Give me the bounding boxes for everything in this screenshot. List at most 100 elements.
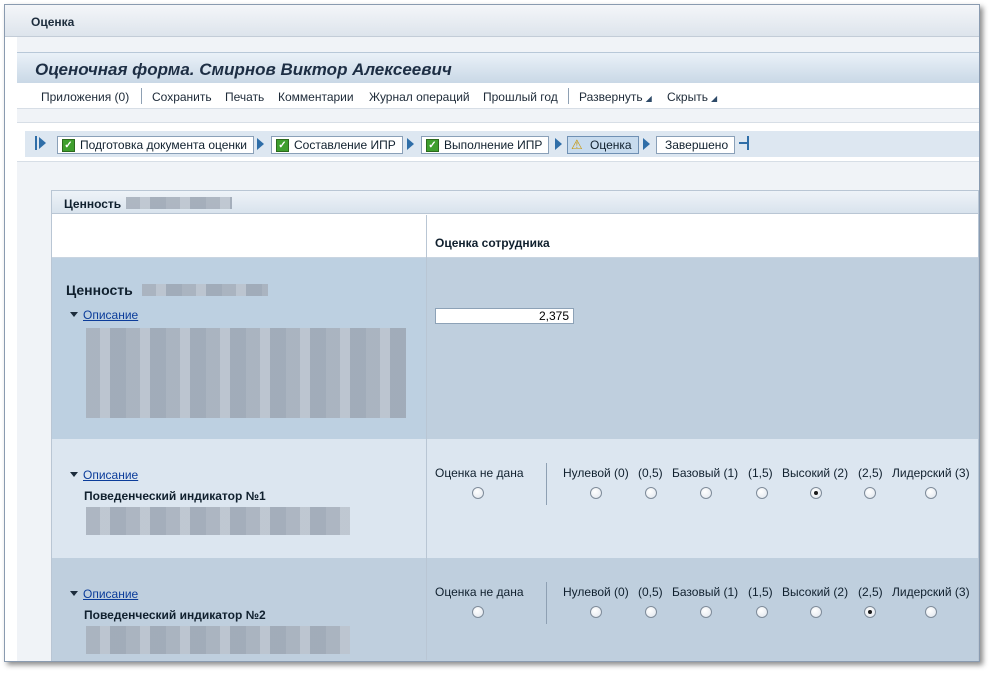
rating-option-2: Высокий (2): [782, 585, 849, 599]
rating-option-1-5: (1,5): [748, 585, 773, 599]
expand-label: Развернуть: [579, 90, 643, 104]
checkbox-checked-icon: ✓: [62, 139, 75, 152]
roadmap-arrow-icon: [555, 138, 562, 150]
redacted-description: [86, 626, 350, 654]
radio-none[interactable]: [472, 487, 484, 499]
expand-menu[interactable]: Развернуть ◢: [579, 90, 652, 104]
roadmap-step-compose-ipr[interactable]: ✓ Составление ИПР: [271, 136, 403, 154]
radio-2[interactable]: [810, 606, 822, 618]
rating-option-2: Высокий (2): [782, 466, 849, 480]
print-button[interactable]: Печать: [225, 90, 264, 104]
radio-2-5-selected[interactable]: [864, 606, 876, 618]
collapse-menu[interactable]: Скрыть ◢: [667, 90, 717, 104]
window-titlebar: Оценка: [5, 5, 979, 37]
dropdown-arrow-icon: ◢: [645, 94, 652, 103]
radio-1[interactable]: [700, 606, 712, 618]
checkbox-checked-icon: ✓: [426, 139, 439, 152]
radio-2-selected[interactable]: [810, 487, 822, 499]
description-toggle[interactable]: Описание: [70, 308, 138, 322]
redacted-description: [86, 328, 406, 418]
triangle-down-icon: [70, 591, 78, 596]
description-link[interactable]: Описание: [83, 587, 138, 601]
indicator-row-2: Описание Поведенческий индикатор №2 Оцен…: [52, 558, 978, 661]
rating-option-none: Оценка не дана: [435, 466, 524, 480]
roadmap-arrow-icon: [643, 138, 650, 150]
rating-option-1: Базовый (1): [672, 585, 739, 599]
value-row: Ценность Описание 2,375: [52, 258, 978, 439]
window-title: Оценка: [31, 15, 75, 29]
roadmap-step-label: Подготовка документа оценки: [80, 138, 248, 152]
main-area: Оценочная форма. Смирнов Виктор Алексеев…: [17, 37, 979, 661]
rating-group-1: Оценка не дана Нулевой (0) (0,5) Базовый…: [426, 439, 978, 558]
roadmap: ✓ Подготовка документа оценки ✓ Составле…: [17, 122, 979, 162]
roadmap-step-label: Завершено: [665, 138, 729, 152]
radio-1-5[interactable]: [756, 606, 768, 618]
value-title: Ценность: [66, 282, 133, 298]
roadmap-step-execute-ipr[interactable]: ✓ Выполнение ИПР: [421, 136, 550, 154]
rating-option-2-5: (2,5): [858, 466, 883, 480]
roadmap-step-evaluation[interactable]: ⚠ Оценка: [567, 136, 639, 154]
indicator-row-left: Описание Поведенческий индикатор №2: [52, 558, 426, 661]
indicator-row-left: Описание Поведенческий индикатор №1: [52, 439, 426, 558]
section-title: Ценность: [64, 197, 122, 211]
radio-none[interactable]: [472, 606, 484, 618]
roadmap-start-arrow-icon: [39, 137, 46, 149]
comments-button[interactable]: Комментарии: [278, 90, 354, 104]
radio-0[interactable]: [590, 606, 602, 618]
overall-score-field[interactable]: 2,375: [435, 308, 574, 324]
radio-2-5[interactable]: [864, 487, 876, 499]
apps-button[interactable]: Приложения (0): [41, 90, 129, 104]
collapse-label: Скрыть: [667, 90, 708, 104]
radio-1-5[interactable]: [756, 487, 768, 499]
rating-option-1: Базовый (1): [672, 466, 739, 480]
save-button[interactable]: Сохранить: [152, 90, 212, 104]
checkbox-checked-icon: ✓: [276, 139, 289, 152]
rating-separator: [546, 582, 547, 624]
roadmap-step-label: Составление ИПР: [294, 138, 396, 152]
column-header-employee-rating: Оценка сотрудника: [435, 236, 550, 250]
rating-option-0: Нулевой (0): [563, 466, 629, 480]
roadmap-step-finished[interactable]: Завершено: [656, 136, 736, 154]
value-row-left: Ценность Описание: [52, 258, 426, 439]
warning-icon: ⚠: [571, 137, 583, 152]
column-header-row: Оценка сотрудника: [52, 215, 978, 258]
rating-group-2: Оценка не дана Нулевой (0) (0,5) Базовый…: [426, 558, 978, 661]
description-toggle[interactable]: Описание: [70, 587, 138, 601]
triangle-down-icon: [70, 312, 78, 317]
form-header: Оценочная форма. Смирнов Виктор Алексеев…: [17, 52, 979, 83]
radio-0-5[interactable]: [645, 606, 657, 618]
rating-option-1-5: (1,5): [748, 466, 773, 480]
roadmap-bar: ✓ Подготовка документа оценки ✓ Составле…: [25, 131, 979, 157]
radio-0-5[interactable]: [645, 487, 657, 499]
description-toggle[interactable]: Описание: [70, 468, 138, 482]
description-link[interactable]: Описание: [83, 308, 138, 322]
section-header: Ценность: [52, 191, 978, 214]
description-link[interactable]: Описание: [83, 468, 138, 482]
window: Оценка Оценочная форма. Смирнов Виктор А…: [4, 4, 980, 662]
value-section: Ценность Оценка сотрудника Ценность Опис…: [51, 190, 979, 661]
rating-option-0-5: (0,5): [638, 585, 663, 599]
roadmap-arrow-icon: [407, 138, 414, 150]
redacted-text: [142, 284, 268, 296]
toolbar: Приложения (0) Сохранить Печать Коммента…: [17, 83, 979, 109]
roadmap-step-prepare[interactable]: ✓ Подготовка документа оценки: [57, 136, 255, 154]
indicator-row-1: Описание Поведенческий индикатор №1 Оцен…: [52, 439, 978, 558]
radio-3[interactable]: [925, 487, 937, 499]
column-divider: [426, 215, 427, 660]
radio-1[interactable]: [700, 487, 712, 499]
log-button[interactable]: Журнал операций: [369, 90, 470, 104]
indicator-title: Поведенческий индикатор №1: [84, 489, 266, 503]
radio-0[interactable]: [590, 487, 602, 499]
form-title: Оценочная форма. Смирнов Виктор Алексеев…: [35, 60, 452, 79]
rating-option-0: Нулевой (0): [563, 585, 629, 599]
indicator-title: Поведенческий индикатор №2: [84, 608, 266, 622]
last-year-button[interactable]: Прошлый год: [483, 90, 558, 104]
toolbar-separator: [568, 88, 569, 104]
radio-3[interactable]: [925, 606, 937, 618]
rating-option-none: Оценка не дана: [435, 585, 524, 599]
rating-separator: [546, 463, 547, 505]
redacted-text: [126, 197, 232, 209]
roadmap-step-label: Выполнение ИПР: [444, 138, 543, 152]
rating-option-0-5: (0,5): [638, 466, 663, 480]
roadmap-step-label: Оценка: [590, 138, 632, 152]
